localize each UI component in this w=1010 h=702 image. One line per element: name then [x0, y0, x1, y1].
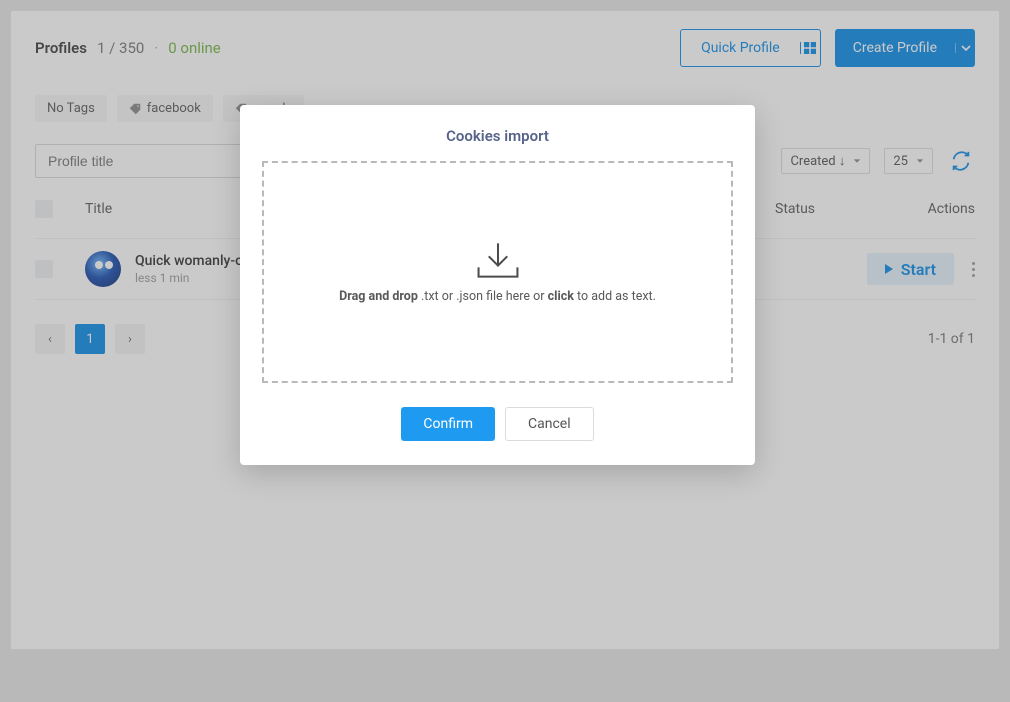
modal-title: Cookies import: [262, 127, 733, 145]
dz-mid: .txt or .json file here or: [418, 289, 548, 304]
page-root: Profiles 1 / 350 · 0 online Quick Profil…: [0, 0, 1010, 702]
modal-actions: Confirm Cancel: [262, 407, 733, 441]
dropzone-text: Drag and drop .txt or .json file here or…: [339, 289, 656, 304]
dz-suffix: to add as text.: [574, 289, 656, 304]
download-icon: [473, 241, 523, 279]
cancel-button[interactable]: Cancel: [505, 407, 594, 441]
dz-click-bold: click: [548, 289, 574, 304]
confirm-button[interactable]: Confirm: [401, 407, 495, 441]
cookies-import-modal: Cookies import Drag and drop .txt or .js…: [240, 105, 755, 465]
dropzone[interactable]: Drag and drop .txt or .json file here or…: [262, 161, 733, 383]
dz-drag-bold: Drag and drop: [339, 289, 418, 304]
